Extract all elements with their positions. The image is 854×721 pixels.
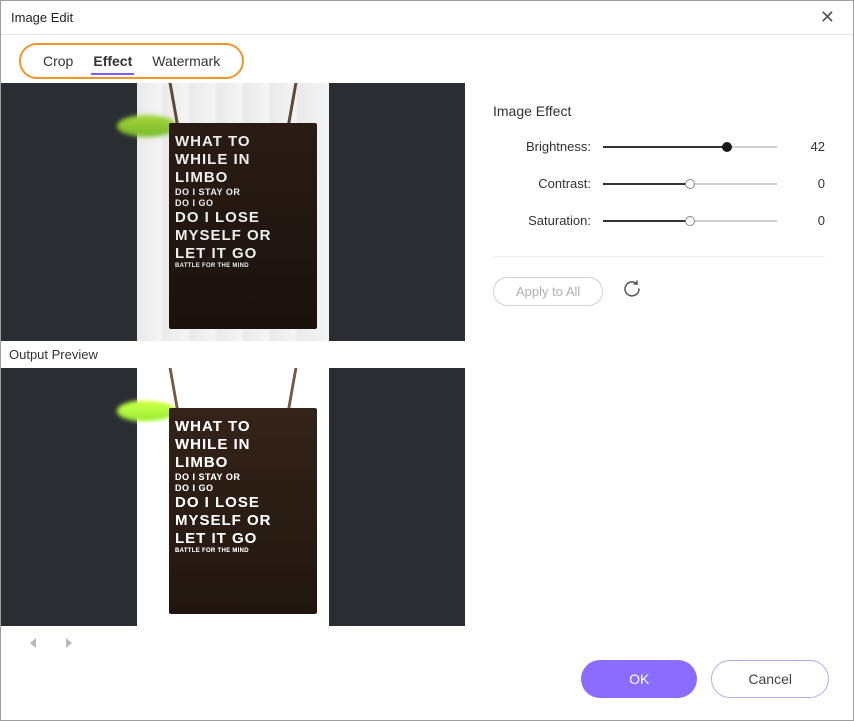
- tabs-row: Crop Effect Watermark: [1, 35, 853, 83]
- tabs-highlight-annotation: Crop Effect Watermark: [19, 43, 244, 79]
- content-area: WHAT TO WHILE IN LIMBO DO I STAY OR DO I…: [1, 83, 853, 720]
- board-sign-output: WHAT TO WHILE IN LIMBO DO I STAY OR DO I…: [169, 408, 317, 614]
- tab-crop[interactable]: Crop: [33, 51, 83, 71]
- close-icon[interactable]: ✕: [814, 3, 841, 32]
- contrast-row: Contrast: 0: [493, 176, 825, 191]
- saturation-value: 0: [777, 213, 825, 228]
- output-preview: WHAT TO WHILE IN LIMBO DO I STAY OR DO I…: [1, 368, 465, 626]
- cancel-button[interactable]: Cancel: [711, 660, 829, 698]
- contrast-value: 0: [777, 176, 825, 191]
- effect-panel: Image Effect Brightness: 42 Contrast:: [465, 83, 853, 720]
- panel-title: Image Effect: [493, 103, 825, 119]
- saturation-label: Saturation:: [493, 213, 603, 228]
- tab-watermark[interactable]: Watermark: [142, 51, 230, 71]
- ok-button[interactable]: OK: [581, 660, 697, 698]
- brightness-row: Brightness: 42: [493, 139, 825, 154]
- brightness-value: 42: [777, 139, 825, 154]
- window-title: Image Edit: [11, 10, 73, 25]
- original-preview: WHAT TO WHILE IN LIMBO DO I STAY OR DO I…: [1, 83, 465, 341]
- image-edit-window: Image Edit ✕ Crop Effect Watermark WHAT …: [0, 0, 854, 721]
- titlebar: Image Edit ✕: [1, 1, 853, 35]
- saturation-row: Saturation: 0: [493, 213, 825, 228]
- apply-to-all-button[interactable]: Apply to All: [493, 277, 603, 306]
- brightness-slider[interactable]: [603, 140, 777, 154]
- separator: [493, 256, 825, 257]
- contrast-slider[interactable]: [603, 177, 777, 191]
- preview-column: WHAT TO WHILE IN LIMBO DO I STAY OR DO I…: [1, 83, 465, 720]
- saturation-slider[interactable]: [603, 214, 777, 228]
- board-sign: WHAT TO WHILE IN LIMBO DO I STAY OR DO I…: [169, 123, 317, 329]
- tab-effect[interactable]: Effect: [83, 51, 142, 71]
- reset-icon[interactable]: [623, 280, 641, 303]
- footer: OK Cancel: [1, 646, 853, 720]
- contrast-label: Contrast:: [493, 176, 603, 191]
- output-preview-label: Output Preview: [1, 341, 465, 368]
- brightness-label: Brightness:: [493, 139, 603, 154]
